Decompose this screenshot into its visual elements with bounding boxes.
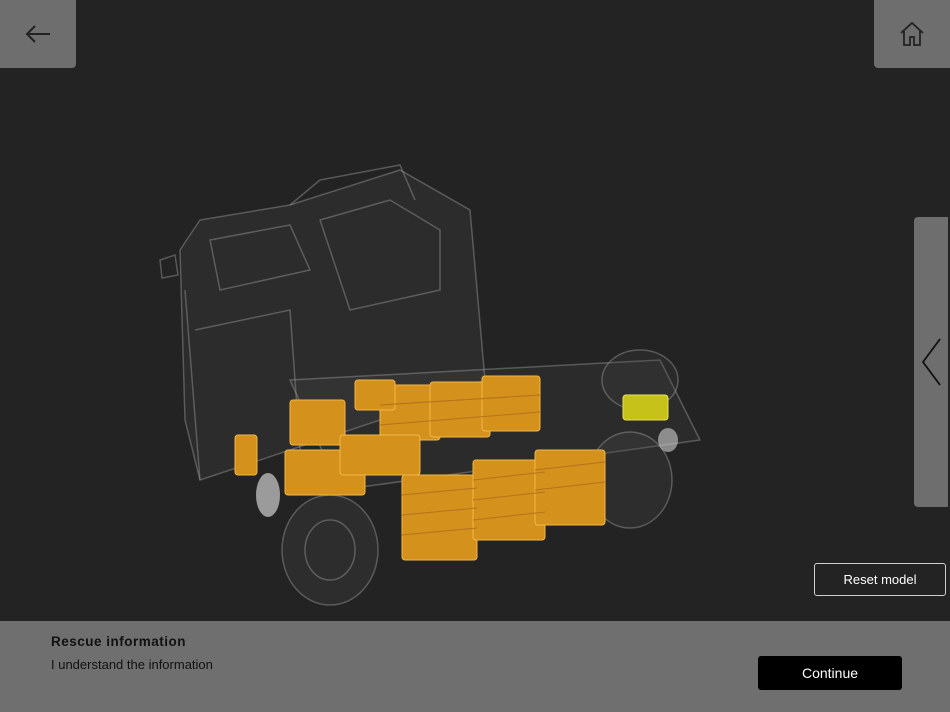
back-button[interactable] bbox=[0, 0, 76, 68]
truck-3d-model[interactable] bbox=[140, 150, 740, 610]
model-viewport[interactable]: Reset model bbox=[0, 0, 950, 621]
home-button[interactable] bbox=[874, 0, 950, 68]
side-panel-toggle[interactable] bbox=[914, 217, 948, 507]
home-icon bbox=[900, 21, 924, 46]
arrow-left-icon bbox=[25, 25, 50, 43]
rescue-info-subtitle: I understand the information bbox=[51, 657, 213, 672]
continue-button[interactable]: Continue bbox=[758, 656, 902, 690]
chevron-left-icon bbox=[921, 338, 941, 386]
rescue-info-title: Rescue information bbox=[51, 634, 187, 649]
reset-model-button[interactable]: Reset model bbox=[814, 563, 946, 596]
